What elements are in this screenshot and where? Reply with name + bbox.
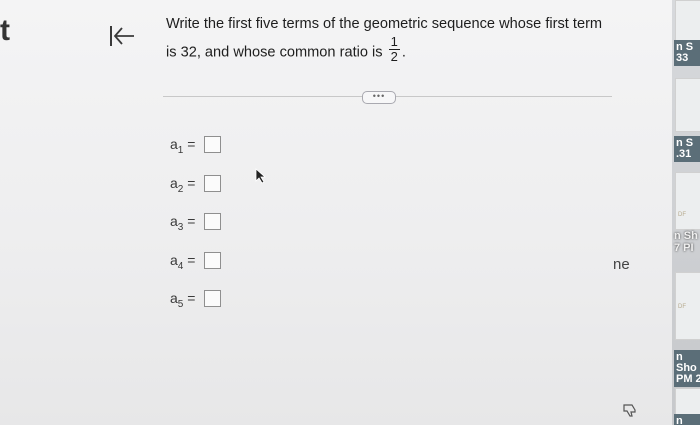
file-label-1[interactable]: n S 33: [674, 40, 700, 66]
desktop-file-tile[interactable]: [675, 78, 700, 132]
term-label: a3 =: [170, 213, 196, 233]
expand-more-button[interactable]: •••: [362, 91, 396, 104]
term-label: a4 =: [170, 252, 196, 272]
pdf-tag: DF: [678, 212, 686, 218]
question-page: t Write the first five terms of the geom…: [0, 0, 672, 425]
question-text: Write the first five terms of the geomet…: [166, 11, 616, 67]
desktop-file-tile[interactable]: [675, 0, 700, 42]
ratio-fraction: 1 2: [388, 34, 400, 64]
back-to-start-icon[interactable]: [108, 24, 136, 48]
edge-text-fragment: t: [0, 14, 10, 47]
mouse-pointer-icon: [255, 168, 267, 184]
ratio-denominator: 2: [390, 49, 398, 64]
question-body: Write the first five terms of the geomet…: [166, 16, 603, 61]
answer-input-a5[interactable]: [204, 290, 221, 307]
partial-text-fragment: ne: [613, 256, 630, 273]
file-label-4[interactable]: n Sho PM 2: [674, 350, 700, 387]
term-label: a5 =: [170, 290, 196, 310]
thumbs-down-icon[interactable]: [622, 403, 638, 417]
answer-input-a1[interactable]: [204, 136, 221, 153]
term-row-a5: a5 =: [170, 290, 221, 312]
answer-input-a4[interactable]: [204, 252, 221, 269]
desktop-file-tile[interactable]: [675, 172, 700, 230]
answer-input-a3[interactable]: [204, 213, 221, 230]
ratio-numerator: 1: [388, 34, 400, 50]
file-label-5[interactable]: n Sho: [674, 414, 700, 425]
desktop-sidebar: n S 33 n S .31 DF n Sh 7 PI DF n Sho PM 2 n …: [672, 0, 700, 425]
file-label-3[interactable]: n Sh 7 PI: [674, 230, 700, 254]
term-row-a1: a1 =: [170, 136, 221, 158]
term-row-a3: a3 =: [170, 213, 221, 235]
file-label-2[interactable]: n S .31: [674, 136, 700, 162]
term-row-a4: a4 =: [170, 252, 221, 274]
term-label: a1 =: [170, 136, 196, 156]
term-row-a2: a2 =: [170, 175, 221, 197]
term-label: a2 =: [170, 175, 196, 195]
answer-input-a2[interactable]: [204, 175, 221, 192]
pdf-tag: DF: [678, 304, 686, 310]
question-period: .: [401, 44, 406, 61]
